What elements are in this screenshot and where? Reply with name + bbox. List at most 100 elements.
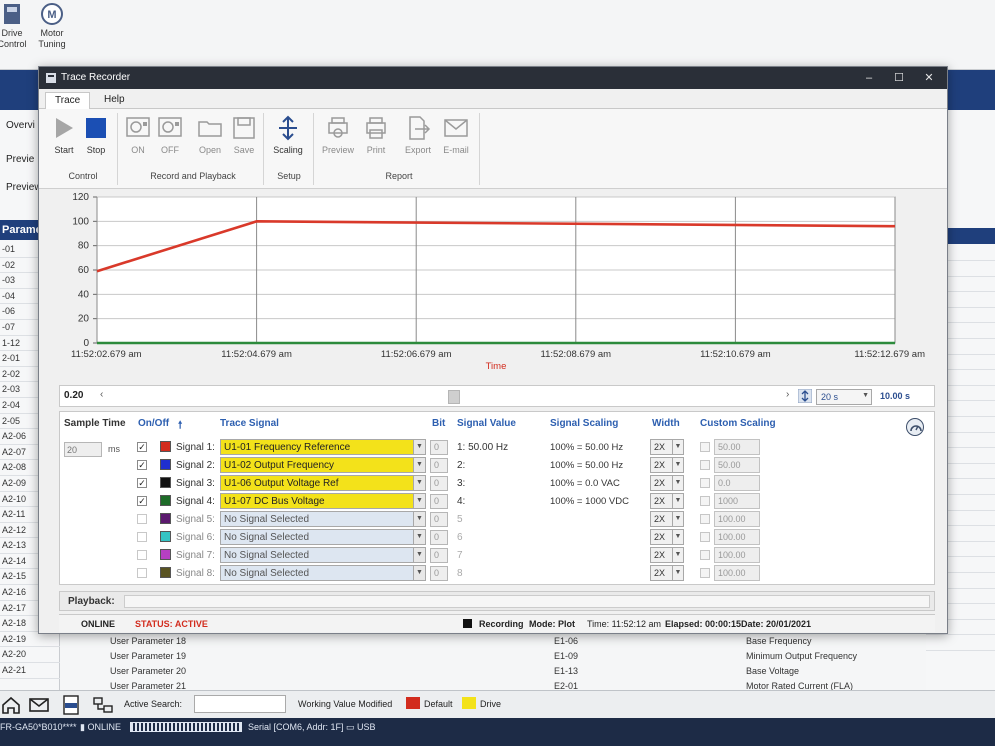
signal-color-swatch[interactable] — [160, 531, 171, 542]
width-select[interactable]: 2X ▼ — [650, 565, 684, 581]
preview-button[interactable]: Preview — [321, 115, 355, 155]
export-button[interactable]: Export — [401, 115, 435, 155]
motor-tuning-tool[interactable]: M Motor Tuning — [30, 2, 74, 50]
drive-control-tool[interactable]: Drive Control — [0, 2, 34, 50]
width-select[interactable]: 2X ▼ — [650, 439, 684, 455]
custom-scaling-checkbox[interactable] — [700, 442, 710, 452]
start-button[interactable]: Start — [47, 115, 81, 155]
fit-icon[interactable] — [798, 389, 812, 403]
trace-signal-select[interactable]: No Signal Selected ▼ — [220, 547, 426, 563]
active-search-input[interactable] — [194, 695, 286, 713]
signal-enable-checkbox[interactable]: ✓ — [137, 478, 147, 488]
signal-enable-checkbox[interactable] — [137, 532, 147, 542]
bit-input[interactable]: 0 — [430, 458, 448, 473]
on-off-header[interactable]: On/Off — [138, 418, 169, 429]
parameter-list-item[interactable]: A2-20 — [0, 647, 60, 664]
signal-color-swatch[interactable] — [160, 495, 171, 506]
signal-color-swatch[interactable] — [160, 513, 171, 524]
parameter-list-item[interactable]: A2-21 — [0, 663, 60, 679]
custom-scaling-input[interactable]: 50.00 — [714, 439, 760, 455]
minimize-button[interactable]: – — [855, 70, 883, 86]
close-button[interactable]: ✕ — [915, 70, 943, 86]
signal-color-swatch[interactable] — [160, 441, 171, 452]
open-button[interactable]: Open — [193, 115, 227, 155]
signal-color-swatch[interactable] — [160, 567, 171, 578]
signal-enable-checkbox[interactable]: ✓ — [137, 460, 147, 470]
stop-button[interactable]: Stop — [79, 115, 113, 155]
trace-signal-select[interactable]: U1-01 Frequency Reference ▼ — [220, 439, 426, 455]
scroll-right-arrow[interactable]: › — [786, 389, 789, 400]
print-button[interactable]: Print — [359, 115, 393, 155]
signal-enable-checkbox[interactable] — [137, 550, 147, 560]
trace-signal-select[interactable]: No Signal Selected ▼ — [220, 529, 426, 545]
custom-scaling-input[interactable]: 50.00 — [714, 457, 760, 473]
signal-enable-checkbox[interactable] — [137, 514, 147, 524]
trace-signal-select[interactable]: No Signal Selected ▼ — [220, 511, 426, 527]
trace-signal-value: No Signal Selected — [224, 514, 310, 525]
trace-signal-select[interactable]: No Signal Selected ▼ — [220, 565, 426, 581]
width-select[interactable]: 2X ▼ — [650, 547, 684, 563]
bit-input[interactable]: 0 — [430, 494, 448, 509]
width-select[interactable]: 2X ▼ — [650, 511, 684, 527]
custom-scaling-input[interactable]: 100.00 — [714, 529, 760, 545]
window-titlebar[interactable]: Trace Recorder – ☐ ✕ — [39, 67, 947, 89]
signal-color-swatch[interactable] — [160, 477, 171, 488]
email-icon[interactable] — [28, 695, 50, 715]
bit-input[interactable]: 0 — [430, 566, 448, 581]
settings-icon[interactable] — [906, 418, 924, 436]
custom-scaling-input[interactable]: 0.0 — [714, 475, 760, 491]
bit-input[interactable]: 0 — [430, 440, 448, 455]
time-range-select[interactable]: 20 s ▼ — [816, 389, 872, 405]
custom-scaling-checkbox[interactable] — [700, 550, 710, 560]
width-select[interactable]: 2X ▼ — [650, 493, 684, 509]
sort-arrow-icon[interactable]: 🠕 — [178, 418, 182, 435]
tab-trace[interactable]: Trace — [45, 92, 91, 109]
scaling-button[interactable]: Scaling — [271, 115, 305, 155]
signal-enable-checkbox[interactable]: ✓ — [137, 496, 147, 506]
custom-scaling-checkbox[interactable] — [700, 568, 710, 578]
signal-enable-checkbox[interactable] — [137, 568, 147, 578]
scroll-left-arrow[interactable]: ‹ — [100, 389, 103, 400]
parameter-list-item[interactable]: A2-19 — [0, 632, 60, 648]
width-select[interactable]: 2X ▼ — [650, 529, 684, 545]
bit-input[interactable]: 0 — [430, 512, 448, 527]
custom-scaling-input[interactable]: 100.00 — [714, 565, 760, 581]
trace-signal-value: U1-06 Output Voltage Ref — [224, 478, 339, 489]
scroll-thumb[interactable] — [448, 390, 460, 404]
custom-scaling-checkbox[interactable] — [700, 460, 710, 470]
custom-scaling-checkbox[interactable] — [700, 514, 710, 524]
trace-chart[interactable]: 0 20 40 60 80 100 120 11:52:02.679 am 11:52:04.6… — [39, 189, 947, 407]
home-icon[interactable] — [0, 695, 22, 715]
custom-scaling-checkbox[interactable] — [700, 496, 710, 506]
custom-scaling-input[interactable]: 100.00 — [714, 547, 760, 563]
custom-scaling-checkbox[interactable] — [700, 532, 710, 542]
preview-label: Preview — [321, 145, 354, 155]
bit-input[interactable]: 0 — [430, 548, 448, 563]
signal-color-swatch[interactable] — [160, 549, 171, 560]
trace-signal-select[interactable]: U1-02 Output Frequency ▼ — [220, 457, 426, 473]
custom-scaling-checkbox[interactable] — [700, 478, 710, 488]
online-indicator: ▮ ONLINE — [80, 722, 121, 732]
y-tick-label: 80 — [78, 241, 90, 252]
custom-scaling-input[interactable]: 1000 — [714, 493, 760, 509]
signal-name: Signal 7: — [176, 550, 215, 561]
save-button[interactable]: Save — [227, 115, 261, 155]
trace-signal-select[interactable]: U1-07 DC Bus Voltage ▼ — [220, 493, 426, 509]
custom-scaling-input[interactable]: 100.00 — [714, 511, 760, 527]
email-button[interactable]: E-mail — [439, 115, 473, 155]
bit-input[interactable]: 0 — [430, 530, 448, 545]
signal-enable-checkbox[interactable]: ✓ — [137, 442, 147, 452]
tab-help[interactable]: Help — [95, 92, 134, 109]
network-icon[interactable] — [92, 695, 114, 715]
bit-input[interactable]: 0 — [430, 476, 448, 491]
maximize-button[interactable]: ☐ — [885, 70, 913, 86]
record-off-button[interactable]: OFF — [153, 115, 187, 155]
chart-scroll-bar[interactable]: 0.20 ‹ › 20 s ▼ 10.00 s — [59, 385, 935, 407]
record-on-button[interactable]: ON — [121, 115, 155, 155]
playback-slider[interactable] — [124, 595, 930, 608]
pdf-icon[interactable] — [60, 695, 82, 715]
width-select[interactable]: 2X ▼ — [650, 457, 684, 473]
signal-color-swatch[interactable] — [160, 459, 171, 470]
trace-signal-select[interactable]: U1-06 Output Voltage Ref ▼ — [220, 475, 426, 491]
width-select[interactable]: 2X ▼ — [650, 475, 684, 491]
